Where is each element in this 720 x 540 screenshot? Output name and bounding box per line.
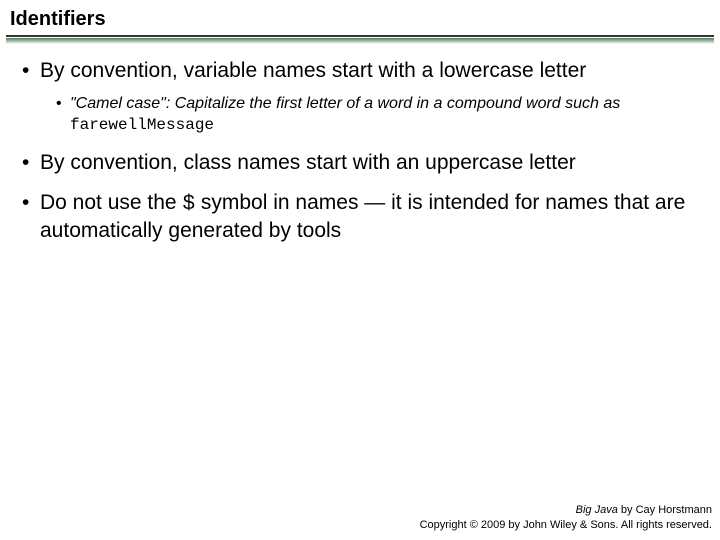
title-rule <box>6 35 714 37</box>
bullet-3-pre: Do not use the <box>40 191 182 214</box>
bullet-2-text: By convention, class names start with an… <box>40 151 576 174</box>
footer-copyright: Copyright © 2009 by John Wiley & Sons. A… <box>420 518 712 532</box>
footer-byline: by Cay Horstmann <box>618 504 712 516</box>
content-area: By convention, variable names start with… <box>0 44 720 245</box>
footer-line-1: Big Java by Cay Horstmann <box>420 503 712 517</box>
bullet-1-text: By convention, variable names start with… <box>40 59 586 82</box>
bullet-1: By convention, variable names start with… <box>22 58 698 136</box>
book-title: Big Java <box>576 504 618 516</box>
sub-bullet-1-text: "Camel case": Capitalize the first lette… <box>70 95 620 112</box>
bullet-2: By convention, class names start with an… <box>22 150 698 176</box>
footer: Big Java by Cay Horstmann Copyright © 20… <box>420 503 712 532</box>
code-dollar: $ <box>182 193 195 216</box>
slide-title: Identifiers <box>0 0 720 35</box>
code-farewell: farewellMessage <box>70 116 214 134</box>
bullet-3: Do not use the $ symbol in names — it is… <box>22 190 698 245</box>
sub-bullet-1: "Camel case": Capitalize the first lette… <box>56 94 698 136</box>
